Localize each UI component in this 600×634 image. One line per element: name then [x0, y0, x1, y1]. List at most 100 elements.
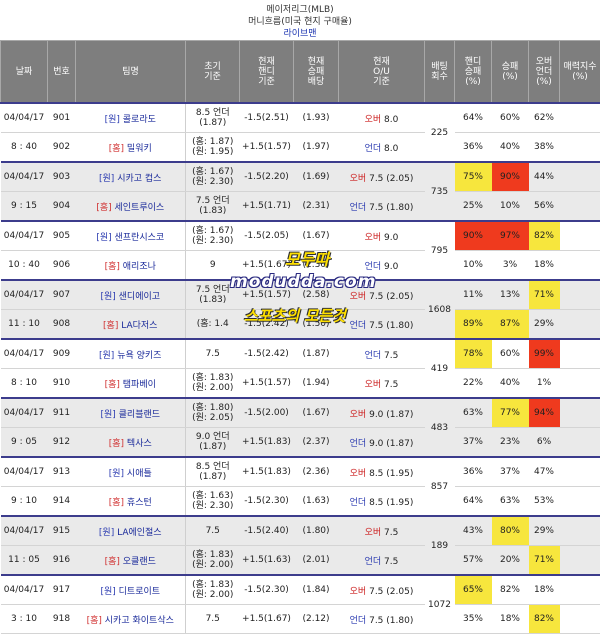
cell-ou: 오버 7.5 (2.05): [339, 280, 425, 310]
team-name: LA에인절스: [117, 528, 162, 538]
team-name: 시카고 컵스: [117, 174, 161, 184]
liveman-link[interactable]: 라이브맨: [0, 26, 600, 39]
cell-win-pct: 60%: [492, 103, 529, 133]
cell-charm: [560, 310, 600, 340]
cell-team[interactable]: [홈] 시카고 화이트삭스: [76, 605, 186, 634]
table-row: 8 : 40902[홈] 밀워키(홈: 1.87)(원: 1.95)+1.5(1…: [1, 133, 600, 163]
cell-date: 04/04/17: [1, 516, 48, 546]
cell-date: 3 : 10: [1, 605, 48, 634]
cell-team[interactable]: [원] 디트로이트: [76, 575, 186, 605]
team-name: 세인트루이스: [115, 203, 165, 213]
cell-ou-pct: 62%: [529, 103, 560, 133]
cell-team[interactable]: [홈] 세인트루이스: [76, 192, 186, 222]
cell-ml: (1.94): [294, 369, 339, 399]
cell-ml: (1.87): [294, 339, 339, 369]
cell-team[interactable]: [홈] 텍사스: [76, 428, 186, 458]
cell-date: 9 : 10: [1, 487, 48, 517]
team-name: 샌프란시스코: [115, 233, 165, 243]
cell-charm: [560, 162, 600, 192]
cell-team[interactable]: [원] 뉴욕 양키즈: [76, 339, 186, 369]
cell-team[interactable]: [홈] 탬파베이: [76, 369, 186, 399]
table-row: 9 : 10914[홈] 휴스턴(홈: 1.63)(원: 2.30)-1.5(2…: [1, 487, 600, 517]
team-tag: [홈]: [109, 439, 124, 449]
table-row: 04/04/17911[원] 클리블랜드(홈: 1.80)(원: 2.05)-1…: [1, 398, 600, 428]
cell-ou: 언더 7.5 (1.80): [339, 192, 425, 222]
cell-handi-pct: 25%: [455, 192, 492, 222]
cell-team[interactable]: [원] 샌프란시스코: [76, 221, 186, 251]
cell-ml: (1.69): [294, 162, 339, 192]
cell-date: 04/04/17: [1, 575, 48, 605]
cell-no: 917: [48, 575, 76, 605]
cell-win-pct: 77%: [492, 398, 529, 428]
cell-ml: (2.31): [294, 192, 339, 222]
cell-no: 914: [48, 487, 76, 517]
team-tag: [홈]: [96, 203, 111, 213]
team-tag: [원]: [99, 174, 114, 184]
cell-charm: [560, 133, 600, 163]
cell-team[interactable]: [홈] 밀워키: [76, 133, 186, 163]
cell-no: 915: [48, 516, 76, 546]
cell-ou-pct: 71%: [529, 280, 560, 310]
cell-ou-pct: 18%: [529, 575, 560, 605]
table-row: 11 : 10908[홈] LA다저스(홈: 1.4-1.5(2.42)(1.5…: [1, 310, 600, 340]
cell-bet-count: 795: [425, 221, 455, 280]
cell-handi: -1.5(2.05): [240, 221, 294, 251]
cell-no: 916: [48, 546, 76, 576]
cell-ou-pct: 53%: [529, 487, 560, 517]
cell-charm: [560, 546, 600, 576]
team-tag: [홈]: [87, 616, 102, 626]
cell-team[interactable]: [원] 클리블랜드: [76, 398, 186, 428]
cell-ml: (2.58): [294, 280, 339, 310]
cell-initial: 8.5 언더(1.87): [186, 457, 240, 487]
cell-no: 903: [48, 162, 76, 192]
cell-handi: -1.5(2.30): [240, 575, 294, 605]
table-row: 3 : 10918[홈] 시카고 화이트삭스7.5+1.5(1.67)(2.12…: [1, 605, 600, 634]
page-header: 메이저리그(MLB) 머니흐름(미국 현지 구매율) 라이브맨: [0, 0, 600, 40]
cell-ou-pct: 38%: [529, 133, 560, 163]
cell-handi-pct: 90%: [455, 221, 492, 251]
cell-team[interactable]: [홈] 오클랜드: [76, 546, 186, 576]
team-name: 오클랜드: [123, 557, 156, 567]
cell-team[interactable]: [원] LA에인절스: [76, 516, 186, 546]
cell-handi: -1.5(2.00): [240, 398, 294, 428]
cell-handi-pct: 89%: [455, 310, 492, 340]
cell-ou: 언더 7.5 (1.80): [339, 605, 425, 634]
cell-ou: 오버 7.5 (2.05): [339, 162, 425, 192]
table-row: 8 : 10910[홈] 탬파베이(홈: 1.83)(원: 2.00)+1.5(…: [1, 369, 600, 399]
cell-team[interactable]: [원] 콜로라도: [76, 103, 186, 133]
cell-initial: (홈: 1.4: [186, 310, 240, 340]
cell-ml: (1.50): [294, 310, 339, 340]
cell-handi: -1.5(2.51): [240, 103, 294, 133]
team-name: 휴스턴: [127, 498, 152, 508]
cell-no: 905: [48, 221, 76, 251]
cell-team[interactable]: [홈] 애리조나: [76, 251, 186, 281]
cell-ml: (2.36): [294, 457, 339, 487]
cell-ou-pct: 1%: [529, 369, 560, 399]
cell-charm: [560, 280, 600, 310]
cell-ou: 오버 9.0: [339, 221, 425, 251]
cell-ou: 오버 7.5 (2.05): [339, 575, 425, 605]
cell-ou-pct: 6%: [529, 428, 560, 458]
cell-team[interactable]: [원] 샌디에이고: [76, 280, 186, 310]
team-tag: [홈]: [105, 380, 120, 390]
header-handi: 현재핸디기준: [240, 41, 294, 104]
cell-team[interactable]: [홈] LA다저스: [76, 310, 186, 340]
cell-win-pct: 82%: [492, 575, 529, 605]
cell-win-pct: 40%: [492, 133, 529, 163]
cell-initial: (홈: 1.80)(원: 2.05): [186, 398, 240, 428]
cell-team[interactable]: [원] 시애틀: [76, 457, 186, 487]
header-ml: 현재승패배당: [294, 41, 339, 104]
cell-handi-pct: 22%: [455, 369, 492, 399]
cell-ml: (1.97): [294, 133, 339, 163]
team-name: 탬파베이: [123, 380, 156, 390]
cell-ou: 언더 9.0 (1.87): [339, 428, 425, 458]
cell-ml: (1.63): [294, 487, 339, 517]
table-row: 10 : 40906[홈] 애리조나9+1.5(1.67)(2.36)언더 9.…: [1, 251, 600, 281]
cell-ou-pct: 94%: [529, 398, 560, 428]
cell-ou-pct: 71%: [529, 546, 560, 576]
team-name: 텍사스: [127, 439, 152, 449]
cell-team[interactable]: [원] 시카고 컵스: [76, 162, 186, 192]
cell-date: 04/04/17: [1, 398, 48, 428]
cell-handi: -1.5(2.42): [240, 339, 294, 369]
cell-team[interactable]: [홈] 휴스턴: [76, 487, 186, 517]
